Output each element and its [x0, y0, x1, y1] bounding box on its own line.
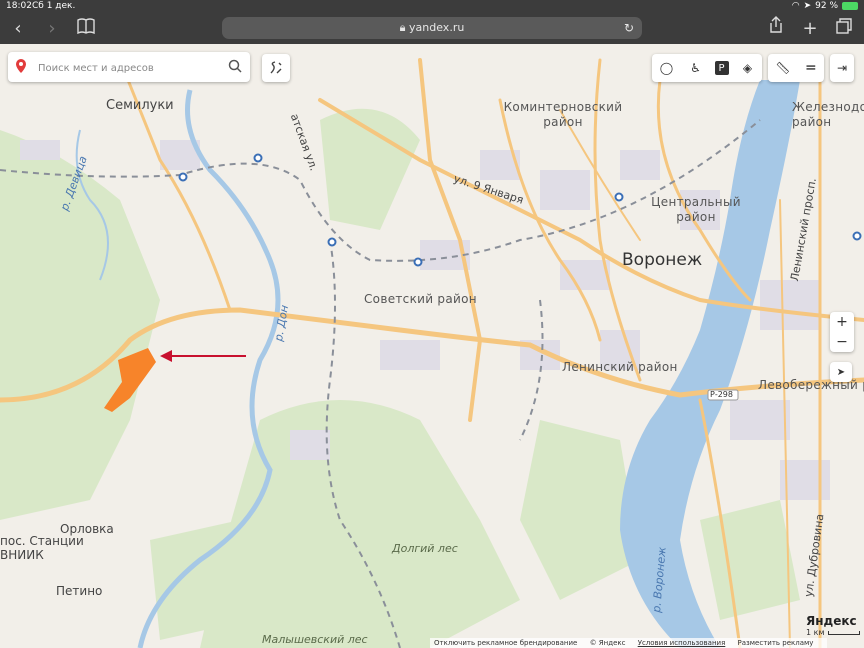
zoom-in-button[interactable]: +: [830, 312, 854, 332]
address-bar[interactable]: 🔒︎ yandex.ru ↻: [222, 17, 642, 39]
new-tab-button[interactable]: +: [796, 14, 824, 44]
search-input[interactable]: [36, 58, 230, 78]
label-sovetsky: Советский район: [364, 292, 477, 306]
map-footer: Отключить рекламное брендирование © Янде…: [430, 638, 828, 648]
login-button[interactable]: ⇥: [830, 54, 854, 82]
label-leninsky: Ленинский район: [562, 360, 678, 374]
label-semiluki: Семилуки: [106, 98, 174, 113]
geolocation-button[interactable]: ➤: [830, 362, 852, 382]
label-pos-vniik: пос. Станции ВНИИК: [0, 534, 84, 562]
parking-icon[interactable]: P: [714, 61, 729, 75]
clock: 18:02: [6, 1, 32, 11]
label-petino: Петино: [56, 584, 103, 598]
copyright: © Яндекс: [589, 639, 626, 647]
route-icon: [270, 61, 282, 74]
search-box[interactable]: [8, 52, 250, 82]
url-text: yandex.ru: [409, 21, 465, 34]
search-icon[interactable]: [228, 59, 242, 73]
back-button[interactable]: ‹: [4, 14, 32, 44]
bookmarks-icon[interactable]: [72, 14, 100, 44]
panorama-icon[interactable]: ♿︎: [686, 58, 706, 78]
tools-toolbar: 📏︎ =: [768, 54, 824, 82]
traffic-icon[interactable]: ◯: [657, 58, 677, 78]
zoom-control: + −: [830, 312, 854, 352]
terms-link[interactable]: Условия использования: [638, 639, 726, 647]
scale-bar: [827, 630, 860, 635]
status-bar: 18:02 Сб 1 дек. ◠ ➤ 92 %: [0, 0, 864, 14]
login-icon: ⇥: [836, 61, 848, 75]
route-button[interactable]: [262, 54, 290, 82]
label-route-r298: Р-298: [710, 390, 733, 399]
location-icon: ➤: [803, 1, 812, 11]
map-canvas[interactable]: [0, 44, 864, 648]
label-central: Центральный район: [651, 195, 741, 224]
battery-icon: [842, 2, 858, 10]
label-malyshevsky-les: Малышевский лес: [262, 633, 368, 646]
layers-toolbar: ◯ ♿︎ P ◈: [652, 54, 762, 82]
lock-icon: 🔒︎: [399, 21, 406, 34]
scale-label: 1 км: [806, 628, 825, 637]
place-ad-link[interactable]: Разместить рекламу: [738, 639, 814, 647]
wifi-icon: ◠: [791, 1, 800, 11]
disable-branding-link[interactable]: Отключить рекламное брендирование: [434, 639, 577, 647]
yandex-logo: Яндекс: [806, 614, 857, 628]
menu-icon[interactable]: =: [805, 60, 817, 76]
tabs-button[interactable]: [830, 14, 858, 44]
forward-button[interactable]: ›: [38, 14, 66, 44]
reload-icon[interactable]: ↻: [624, 17, 634, 39]
label-kominternovsky: Коминтерновский район: [503, 100, 623, 129]
ruler-icon[interactable]: 📏︎: [775, 61, 790, 75]
share-button[interactable]: [762, 14, 790, 44]
label-zheleznodorozhny: Железнодо район: [792, 100, 864, 129]
label-voronezh: Воронеж: [622, 250, 703, 270]
layers-icon[interactable]: ◈: [738, 58, 758, 78]
geolocation-icon: ➤: [836, 366, 846, 378]
date: Сб 1 дек.: [32, 1, 76, 11]
battery-percent: 92 %: [815, 1, 838, 11]
map-pin-icon: [16, 59, 26, 73]
label-dolgiy-les: Долгий лес: [392, 542, 458, 555]
zoom-out-button[interactable]: −: [830, 332, 854, 352]
map-scale: 1 км: [806, 628, 860, 637]
book-icon: [77, 18, 95, 35]
